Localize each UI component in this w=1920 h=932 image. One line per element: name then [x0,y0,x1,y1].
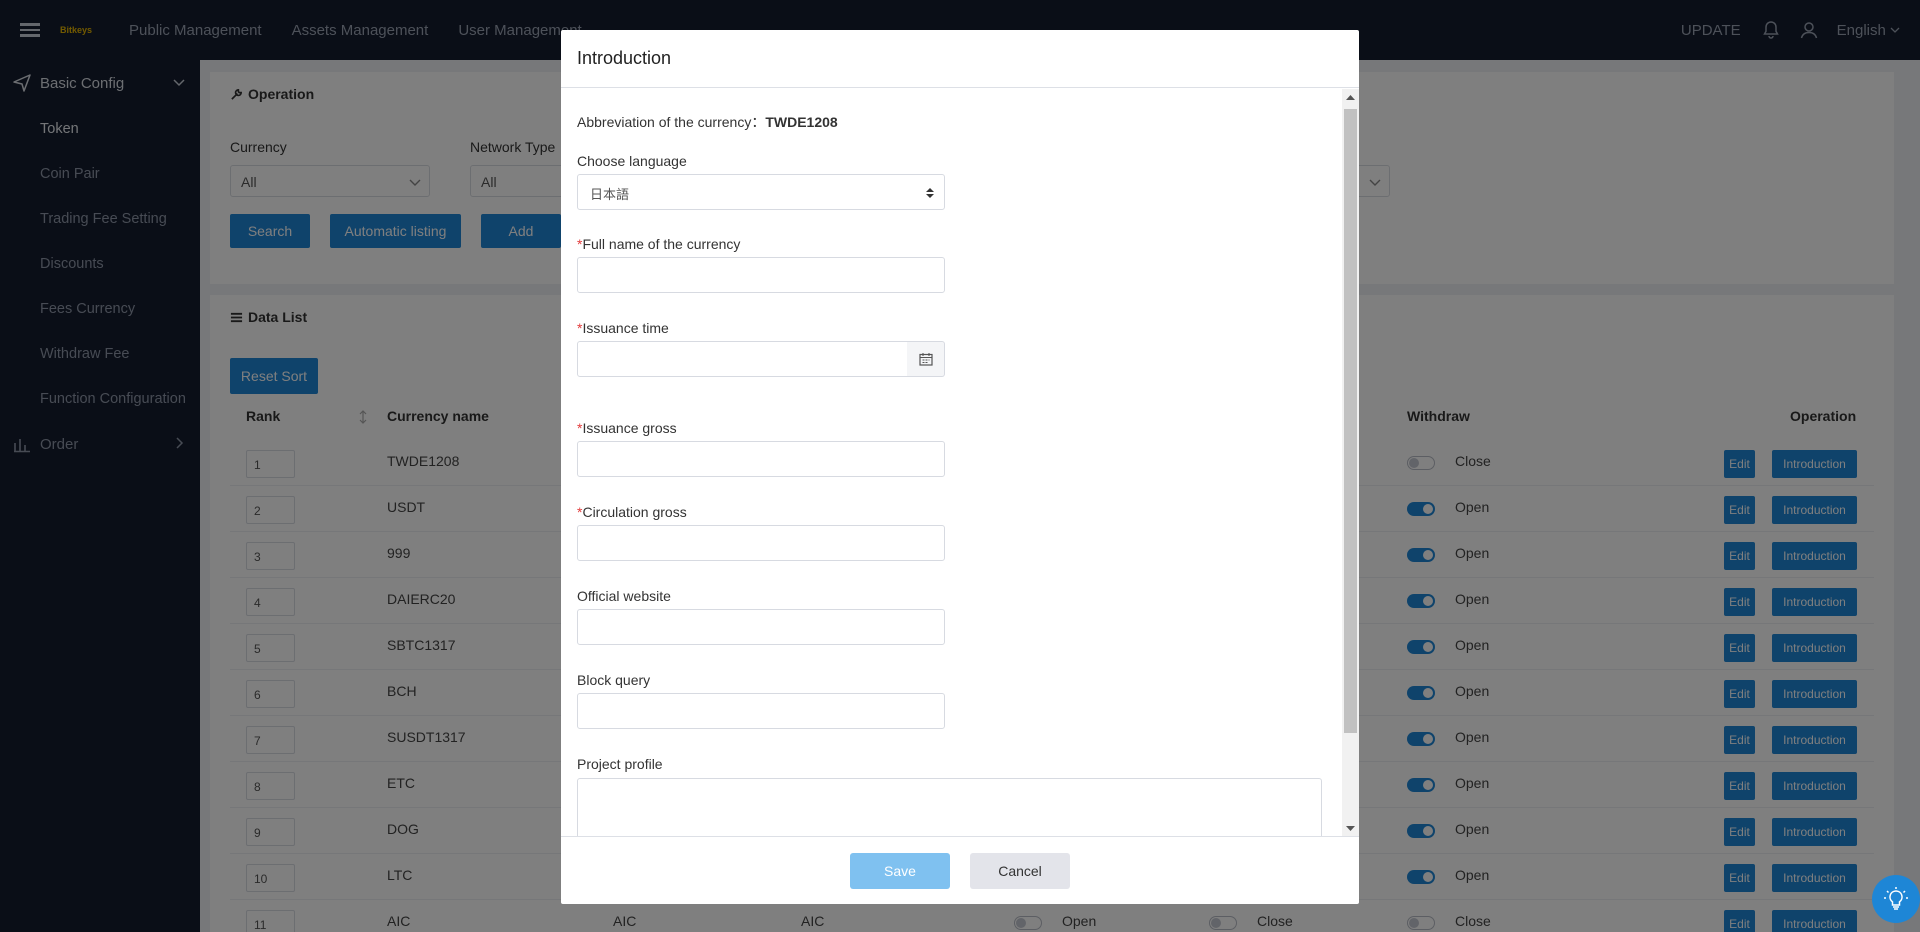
project-profile-textarea[interactable] [577,778,1322,837]
project-profile-label: Project profile [577,756,663,772]
lightbulb-icon [1884,887,1908,910]
scrollbar-thumb[interactable] [1344,109,1357,733]
introduction-modal: Introduction Abbreviation of the currenc… [561,30,1359,904]
block-query-label: Block query [577,672,651,688]
calendar-icon [918,353,933,366]
select-arrows-icon [926,188,934,198]
block-query-input[interactable] [577,693,945,729]
full-name-label: *Full name of the currency [577,236,740,252]
issuance-time-label: *Issuance time [577,320,669,336]
modal-scrollbar[interactable] [1342,89,1359,837]
language-select-value: 日本語 [590,187,630,202]
circulation-gross-input[interactable] [577,525,945,561]
help-lightbulb-button[interactable] [1872,875,1920,923]
official-website-label: Official website [577,588,671,604]
calendar-button[interactable] [907,341,945,377]
circulation-gross-label: *Circulation gross [577,504,687,520]
modal-body: Abbreviation of the currency：TWDE1208 Ch… [561,89,1359,837]
official-website-input[interactable] [577,609,945,645]
full-name-label-text: Full name of the currency [582,236,741,252]
cancel-button[interactable]: Cancel [970,853,1070,889]
issuance-time-label-text: Issuance time [582,320,669,336]
issuance-gross-input[interactable] [577,441,945,477]
scroll-down-icon[interactable] [1346,826,1355,832]
circulation-gross-label-text: Circulation gross [582,504,687,520]
abbreviation-row: Abbreviation of the currency：TWDE1208 [577,112,838,132]
modal-title: Introduction [561,30,1359,88]
abbreviation-label: Abbreviation of the currency： [577,114,766,130]
choose-language-label: Choose language [577,153,687,169]
issuance-time-input[interactable] [577,341,908,377]
modal-footer: Save Cancel [561,836,1359,904]
abbreviation-value: TWDE1208 [765,114,838,130]
language-select[interactable]: 日本語 [577,174,945,210]
save-button[interactable]: Save [850,853,950,889]
issuance-gross-label-text: Issuance gross [582,420,677,436]
full-name-input[interactable] [577,257,945,293]
issuance-gross-label: *Issuance gross [577,420,677,436]
scroll-up-icon[interactable] [1346,94,1355,100]
